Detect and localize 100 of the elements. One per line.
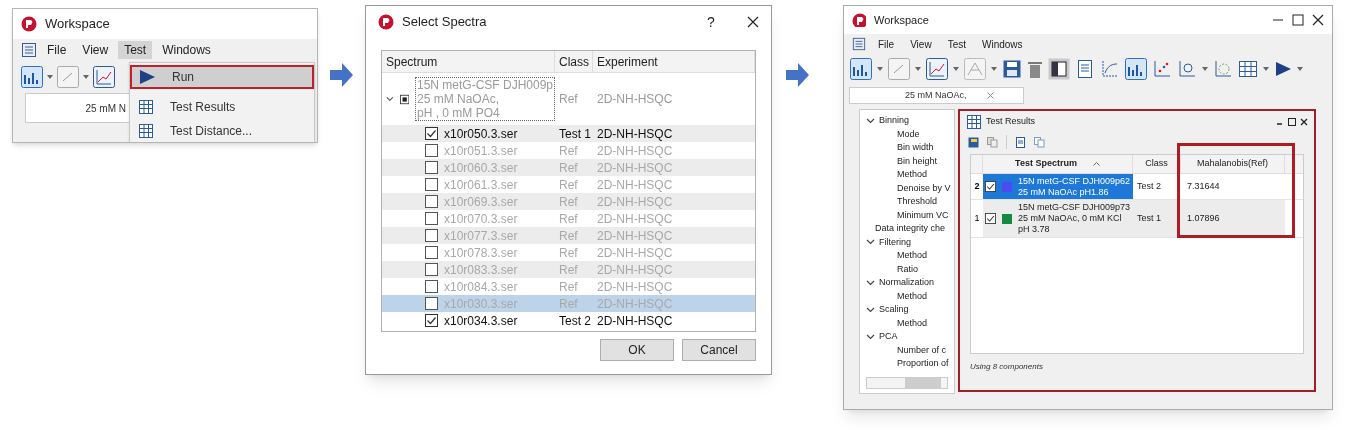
caret-icon[interactable] [47, 75, 53, 79]
menu-item[interactable]: Test [118, 41, 153, 59]
tree-item[interactable]: Method [897, 290, 928, 301]
tree-item[interactable]: Bin height [897, 155, 938, 166]
scatter-plot-icon[interactable] [1152, 59, 1172, 79]
tree-item[interactable]: Binning [879, 114, 910, 128]
line-chart-icon[interactable] [93, 66, 115, 88]
bar-chart-icon[interactable] [21, 66, 43, 88]
bar-chart-icon[interactable] [850, 58, 872, 80]
table-icon[interactable] [1238, 59, 1258, 79]
chevron-down-icon[interactable] [866, 279, 875, 286]
trash-icon[interactable] [1027, 59, 1043, 79]
maximize-icon[interactable] [1288, 118, 1296, 126]
menu-icon[interactable] [21, 42, 37, 58]
chevron-down-icon[interactable] [866, 333, 875, 340]
tree-item[interactable]: Normalization [879, 276, 935, 290]
tree-item[interactable]: Denoise by V [897, 182, 951, 193]
menu-item[interactable]: Windows [156, 41, 217, 59]
table-row[interactable]: x10r050.3.ser Test 1 2D-NH-HSQC [382, 125, 755, 142]
checkbox[interactable] [425, 178, 438, 191]
line-chart-icon[interactable] [926, 58, 948, 80]
column-header[interactable]: Spectrum [382, 51, 555, 72]
checkbox[interactable] [985, 213, 996, 224]
checkbox[interactable] [425, 263, 438, 276]
caret-icon[interactable] [1297, 67, 1303, 71]
tree-item[interactable]: Threshold [897, 196, 938, 206]
menu-icon[interactable] [852, 37, 866, 51]
column-header[interactable]: Experiment [593, 51, 755, 72]
chevron-down-icon[interactable] [866, 239, 875, 246]
checkbox[interactable] [425, 229, 438, 242]
table-icon [966, 114, 982, 130]
menu-entry[interactable]: Run [130, 65, 314, 89]
checkbox[interactable] [985, 181, 996, 192]
tree-item[interactable]: Number of c [897, 344, 947, 355]
save-icon[interactable] [1002, 59, 1022, 79]
column-header[interactable]: Class [555, 51, 593, 72]
tree-item[interactable]: Bin width [897, 142, 934, 152]
close-icon[interactable] [747, 16, 759, 28]
arrow-icon [786, 62, 810, 88]
checkbox[interactable] [425, 314, 438, 327]
scrollbar[interactable] [866, 377, 948, 389]
document-icon[interactable] [1075, 59, 1095, 79]
tree-item[interactable]: Method [897, 317, 928, 328]
caret-icon[interactable] [991, 67, 997, 71]
checkbox[interactable] [399, 93, 409, 105]
checkbox[interactable] [425, 297, 438, 310]
caret-icon[interactable] [953, 67, 959, 71]
column-header[interactable]: Mahalanobis(Ref) [1181, 155, 1285, 173]
tree-item[interactable]: Scaling [879, 303, 909, 317]
checkbox[interactable] [425, 246, 438, 259]
checkbox[interactable] [425, 127, 438, 140]
checkbox[interactable] [425, 212, 438, 225]
checkbox[interactable] [425, 144, 438, 157]
checkbox[interactable] [425, 195, 438, 208]
document-icon[interactable] [1015, 136, 1026, 148]
circle-plot-icon[interactable] [1177, 59, 1197, 79]
dotted-circle-icon[interactable] [1213, 59, 1233, 79]
help-button[interactable]: ? [699, 11, 723, 33]
table-row[interactable]: 1 15N metG-CSF DJH009p73 25 mM NaOAc, 0 mM KCl pH 3.78 Test 1 1.07896 [971, 200, 1303, 238]
tree-item[interactable]: Data integrity che [875, 222, 946, 236]
caret-icon[interactable] [877, 67, 883, 71]
tree-item[interactable]: Ratio [897, 263, 918, 274]
tree-item[interactable]: Method [897, 169, 928, 179]
close-icon[interactable] [1300, 118, 1308, 126]
caret-icon[interactable] [1263, 67, 1269, 71]
checkbox[interactable] [425, 280, 438, 293]
dialog-button[interactable]: OK [600, 339, 674, 361]
tree-item[interactable]: Filtering [879, 235, 911, 249]
maximize-icon[interactable] [1292, 14, 1304, 26]
tree-item[interactable]: PCA [879, 330, 898, 344]
spectrum-name: x10r078.3.ser [444, 244, 518, 262]
bar-chart-icon[interactable] [1125, 58, 1147, 80]
chevron-down-icon[interactable] [866, 117, 875, 124]
spectrum-name: x10r034.3.ser [444, 312, 518, 330]
tree-item[interactable]: Method [897, 250, 928, 260]
document-tab[interactable]: 25 mM NaOAc, [849, 87, 1024, 104]
tree-item[interactable]: Minimum VC [897, 209, 949, 220]
tree-item[interactable]: Mode [897, 128, 920, 139]
copy-icon[interactable] [1034, 136, 1045, 148]
menu-item[interactable]: Test [943, 36, 970, 52]
sort-icon[interactable] [1092, 162, 1100, 166]
dialog-button[interactable]: Cancel [682, 339, 756, 361]
column-header[interactable]: Class [1133, 155, 1181, 173]
checkbox[interactable] [425, 161, 438, 174]
chevron-down-icon[interactable] [386, 96, 394, 102]
caret-icon[interactable] [83, 75, 89, 79]
column-header[interactable]: Test Spectrum [983, 155, 1133, 173]
menu-item[interactable]: View [906, 36, 936, 52]
chevron-down-icon[interactable] [866, 306, 875, 313]
menu-item[interactable]: File [41, 41, 73, 59]
caret-icon[interactable] [915, 67, 921, 71]
tree-item[interactable]: Proportion of [897, 358, 949, 368]
menu-item[interactable]: Windows [977, 36, 1027, 52]
panel-icon[interactable] [1048, 58, 1070, 80]
menu-item[interactable]: File [874, 36, 899, 52]
play-icon[interactable] [1274, 61, 1292, 77]
caret-icon[interactable] [1202, 67, 1208, 71]
close-icon[interactable] [1312, 14, 1324, 26]
curve-icon[interactable] [1100, 59, 1120, 79]
menu-item[interactable]: View [76, 41, 115, 59]
